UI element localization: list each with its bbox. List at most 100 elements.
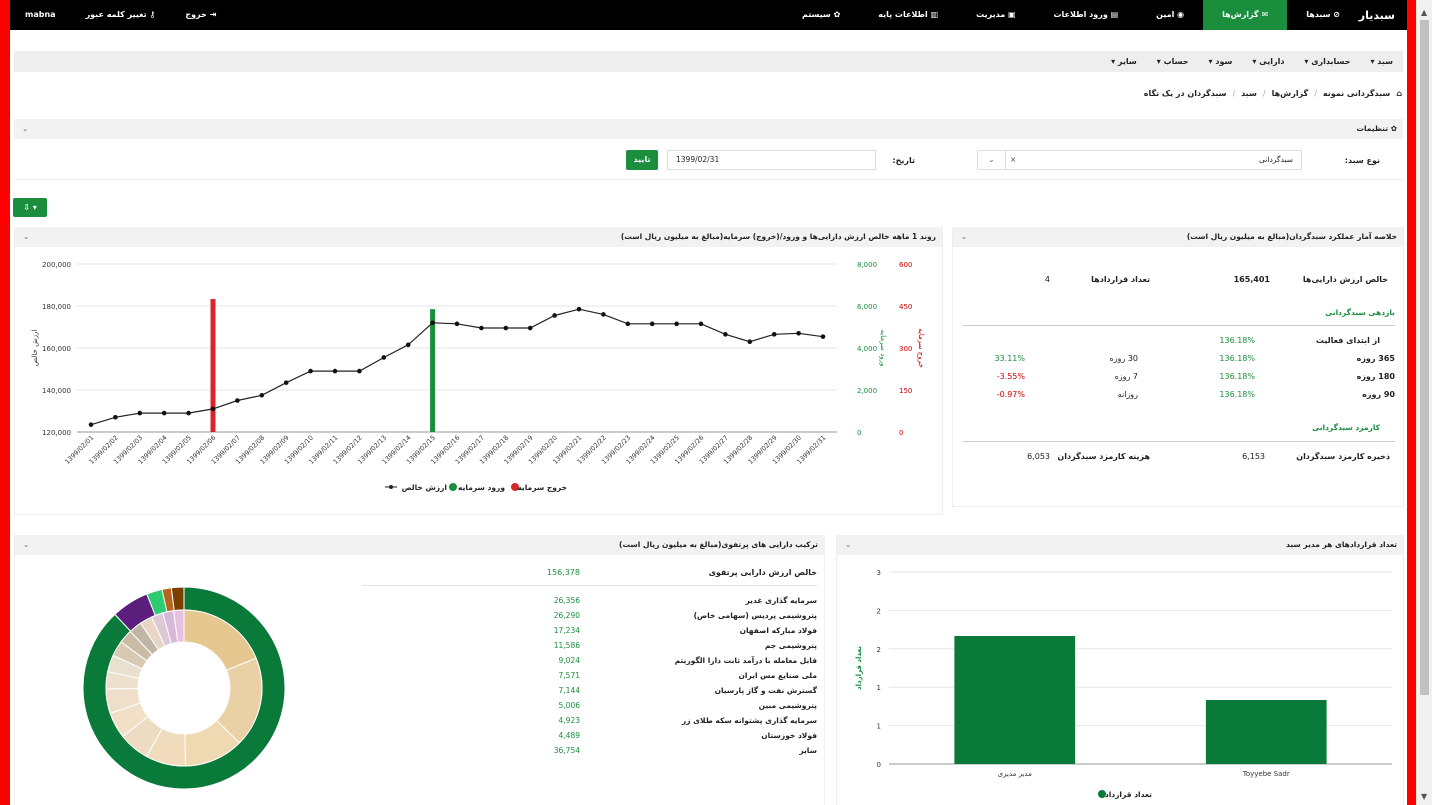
asset-name: پتروشیمی جم: [764, 641, 817, 650]
nav-item-1[interactable]: ✉ گزارش‌ها: [1203, 0, 1288, 30]
scrollbar[interactable]: ▲ ▼: [1416, 0, 1432, 805]
return-period-label: 90 روزه: [1362, 390, 1395, 399]
clear-icon[interactable]: ×: [1010, 151, 1016, 169]
return-period-label: 365 روزه: [1356, 354, 1395, 363]
y-right1-tick-label: 2,000: [857, 387, 877, 395]
collapse-chevron-icon[interactable]: ⌄: [845, 535, 851, 555]
breadcrumb-separator: /: [1314, 89, 1317, 98]
scroll-up-icon[interactable]: ▲: [1421, 8, 1427, 17]
fee-reserve-value: 6,153: [1242, 452, 1265, 461]
nav-item-5[interactable]: ▥ اطلاعات پایه: [859, 0, 957, 30]
date-value: 1399/02/31: [676, 155, 720, 164]
menu-item-label: دارایی: [1256, 57, 1285, 66]
menu-item-1[interactable]: حسابداری ▾: [1294, 51, 1360, 72]
nav-item-0[interactable]: ⊘ سبدها: [1287, 0, 1359, 30]
breadcrumb-item[interactable]: سبد: [1241, 89, 1257, 98]
fee-cost-label: هزینه کارمزد سبدگردان: [1057, 452, 1150, 461]
net-value-point: [479, 325, 484, 331]
menu-item-2[interactable]: دارایی ▾: [1242, 51, 1294, 72]
brand-logo[interactable]: سبدیار: [1359, 9, 1395, 22]
menu-item-3[interactable]: سود ▾: [1199, 51, 1243, 72]
collapse-chevron-icon[interactable]: ⌄: [23, 227, 29, 247]
dropdown-chevron-icon[interactable]: ⌄: [978, 151, 1006, 169]
menu-item-label: سبد: [1374, 57, 1393, 66]
y-tick-label: 140,000: [42, 387, 71, 395]
confirm-button[interactable]: تایید: [626, 150, 658, 170]
date-input[interactable]: 1399/02/31: [667, 150, 876, 170]
divider: [963, 441, 1395, 442]
menu-item-5[interactable]: سایر ▾: [1101, 51, 1147, 72]
user-link-logout[interactable]: ⇥ خروج: [170, 0, 231, 30]
returns-title: بازدهی سبدگردانی: [1325, 308, 1395, 317]
net-value-point: [357, 368, 362, 374]
net-value-point: [186, 410, 191, 416]
y-tick-label: 180,000: [42, 303, 71, 311]
capital-out-bar: [210, 299, 216, 432]
y-tick-label: 2: [877, 646, 881, 654]
net-value-point: [552, 313, 557, 318]
breadcrumb-separator: /: [1262, 89, 1266, 98]
legend-label: ارزش خالص: [402, 483, 447, 492]
return-period-label: 7 روزه: [1114, 372, 1138, 381]
collapse-chevron-icon[interactable]: ⌄: [22, 119, 28, 139]
net-value-point: [113, 415, 118, 420]
since-start-label: از ابتدای فعالیت: [1315, 336, 1380, 345]
menu-item-4[interactable]: حساب ▾: [1147, 51, 1199, 72]
summary-panel: [952, 227, 1404, 507]
y-right2-tick-label: 150: [899, 387, 912, 395]
asset-value: 5,006: [558, 701, 580, 710]
user-link-key[interactable]: ⚷ تغییر کلمه عبور: [71, 0, 171, 30]
nav-item-2[interactable]: ◉ امین: [1137, 0, 1203, 30]
asset-name: ملی صنایع مس ایران: [738, 671, 817, 680]
collapse-chevron-icon[interactable]: ⌄: [23, 535, 29, 555]
nav-item-6[interactable]: ✿ سیستم: [783, 0, 859, 30]
collapse-chevron-icon[interactable]: ⌄: [961, 227, 967, 247]
nav-item-3[interactable]: ▤ ورود اطلاعات: [1035, 0, 1138, 30]
file-icon: ▤: [1107, 10, 1119, 19]
return-period-label: روزانه: [1117, 390, 1138, 399]
summary-title: خلاصه آمار عملکرد سبدگردان(مبالغ به میلی…: [1186, 232, 1397, 241]
nav-item-4[interactable]: ▣ مدیریت: [957, 0, 1034, 30]
trend-header[interactable]: روند 1 ماهه خالص ارزش دارایی‌ها و ورود/(…: [15, 227, 942, 247]
asset-value: 36,754: [553, 746, 580, 755]
settings-header[interactable]: ✿ تنظیمات ⌄: [14, 119, 1403, 139]
basket-type-select[interactable]: سبدگردانی × ⌄: [977, 150, 1302, 170]
chart-icon: ⊘: [1330, 10, 1340, 19]
asset-value: 7,571: [558, 671, 580, 680]
top-navbar: سبدیار ⊘ سبدها ✉ گزارش‌ها ◉ امین ▤ ورود اطل…: [10, 0, 1407, 30]
nav-item-label: ورود اطلاعات: [1053, 10, 1108, 19]
sub-menu-bar: سبد ▾ حسابداری ▾ دارایی ▾ سود ▾ حساب ▾ سایر ▾: [14, 51, 1403, 72]
y-tick-label: 1: [877, 684, 881, 692]
home-icon[interactable]: ⌂: [1396, 89, 1402, 98]
menu-item-label: حساب: [1160, 57, 1189, 66]
asset-name: پتروشیمی مبین: [758, 701, 817, 710]
user-link-label: تغییر کلمه عبور: [85, 10, 147, 19]
user-link-label: mabna: [25, 10, 56, 19]
legend-marker: [449, 483, 457, 491]
right-border: [1407, 0, 1416, 805]
contracts-bar: [954, 636, 1076, 764]
return-period-value: 136.18%: [1219, 354, 1255, 363]
divider: [14, 179, 1403, 180]
y-right2-tick-label: 450: [899, 303, 912, 311]
summary-header[interactable]: خلاصه آمار عملکرد سبدگردان(مبالغ به میلی…: [953, 227, 1403, 247]
net-value-point: [649, 321, 655, 327]
net-value-point: [137, 410, 143, 416]
fee-reserve-label: ذخیره کارمزد سبدگردان: [1296, 452, 1390, 461]
user-link-user[interactable]: mabna: [10, 0, 71, 30]
divider: [963, 325, 1395, 326]
y-right2-tick-label: 600: [899, 261, 912, 269]
contracts-header[interactable]: تعداد قراردادهای هر مدیر سبد ⌄: [837, 535, 1403, 555]
nav-item-label: امین: [1156, 10, 1175, 19]
breadcrumb-item[interactable]: گزارش‌ها: [1272, 89, 1309, 98]
export-button[interactable]: ⇩ ▾: [13, 198, 47, 217]
scroll-down-icon[interactable]: ▼: [1421, 792, 1427, 801]
breadcrumb-item[interactable]: سبدگردانی نمونه: [1323, 89, 1390, 98]
menu-item-0[interactable]: سبد ▾: [1360, 51, 1403, 72]
net-value-point: [283, 380, 289, 385]
contracts-count-label: تعداد قراردادها: [1091, 275, 1150, 284]
y-tick-label: 0: [877, 761, 881, 769]
menu-item-label: سایر: [1115, 57, 1137, 66]
scrollbar-thumb[interactable]: [1420, 20, 1429, 695]
composition-header[interactable]: ترکیب دارایی های پرتفوی(مبالغ به میلیون …: [15, 535, 824, 555]
